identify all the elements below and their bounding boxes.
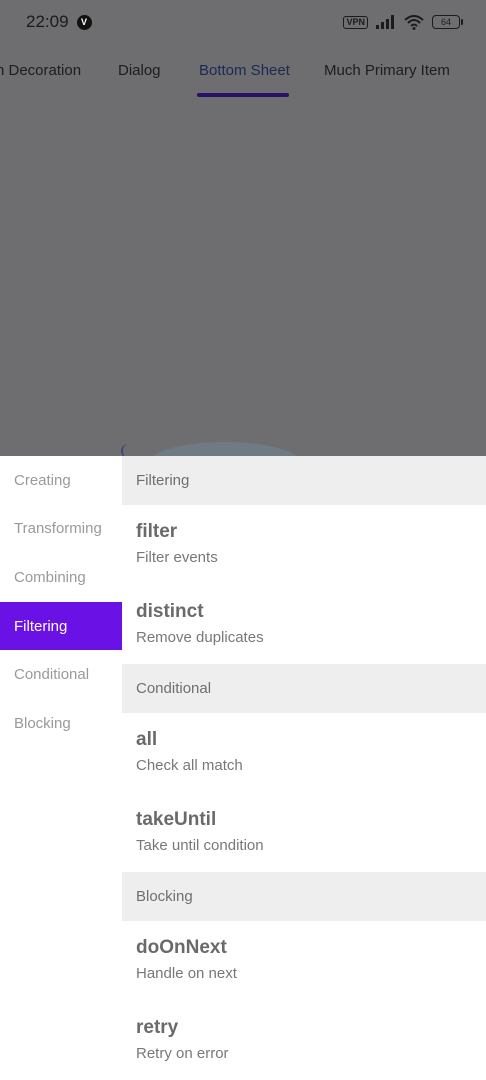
- operator-desc: Retry on error: [136, 1044, 229, 1062]
- status-time: 22:09: [26, 12, 69, 31]
- operator-desc: Take until condition: [136, 836, 264, 854]
- status-bar: 22:09 V VPN 64: [0, 0, 486, 44]
- category-conditional[interactable]: Conditional: [0, 650, 122, 699]
- tab-decoration[interactable]: n Decoration: [0, 44, 81, 97]
- list-item[interactable]: doOnNext Handle on next: [122, 921, 486, 1001]
- category-combining[interactable]: Combining: [0, 553, 122, 602]
- category-creating[interactable]: Creating: [0, 456, 122, 505]
- operator-desc: Check all match: [136, 757, 243, 774]
- tab-dialog[interactable]: Dialog: [118, 44, 161, 97]
- operator-name: retry: [136, 1016, 179, 1038]
- section-header-blocking: Blocking: [122, 872, 486, 921]
- wifi-icon: [404, 14, 424, 30]
- operator-desc: Handle on next: [136, 965, 237, 982]
- operator-name: takeUntil: [136, 808, 217, 830]
- category-filtering[interactable]: Filtering: [0, 601, 122, 651]
- category-transforming[interactable]: Transforming: [0, 505, 122, 554]
- status-icons: VPN 64: [343, 14, 463, 30]
- operator-desc: Filter events: [136, 549, 218, 566]
- operator-name: doOnNext: [136, 937, 227, 958]
- list-item[interactable]: takeUntil Take until condition: [122, 793, 486, 873]
- tab-bar: n Decoration Dialog Bottom Sheet Much Pr…: [0, 44, 486, 98]
- operator-list: Filtering filter Filter events distinct …: [122, 456, 486, 1080]
- backdrop-scrim[interactable]: [0, 97, 486, 456]
- category-sidebar: Creating Transforming Combining Filterin…: [0, 456, 122, 1080]
- app-notification-icon: V: [76, 14, 92, 30]
- operator-name: filter: [136, 521, 178, 542]
- operator-name: distinct: [136, 600, 204, 622]
- list-item[interactable]: all Check all match: [122, 713, 486, 793]
- operator-name: all: [136, 729, 158, 750]
- signal-icon: [376, 15, 394, 29]
- vpn-icon: VPN: [343, 15, 368, 29]
- operator-desc: Remove duplicates: [136, 628, 264, 646]
- section-header-conditional: Conditional: [122, 664, 486, 713]
- section-header-filtering: Filtering: [122, 456, 486, 505]
- tab-much-primary-item[interactable]: Much Primary Item: [324, 44, 450, 97]
- battery-icon: 64: [432, 15, 463, 29]
- tab-bottom-sheet[interactable]: Bottom Sheet: [199, 44, 290, 97]
- list-item[interactable]: distinct Remove duplicates: [122, 585, 486, 665]
- bottom-sheet: Creating Transforming Combining Filterin…: [0, 456, 486, 1080]
- list-item[interactable]: filter Filter events: [122, 505, 486, 585]
- category-blocking[interactable]: Blocking: [0, 699, 122, 748]
- list-item[interactable]: retry Retry on error: [122, 1001, 486, 1080]
